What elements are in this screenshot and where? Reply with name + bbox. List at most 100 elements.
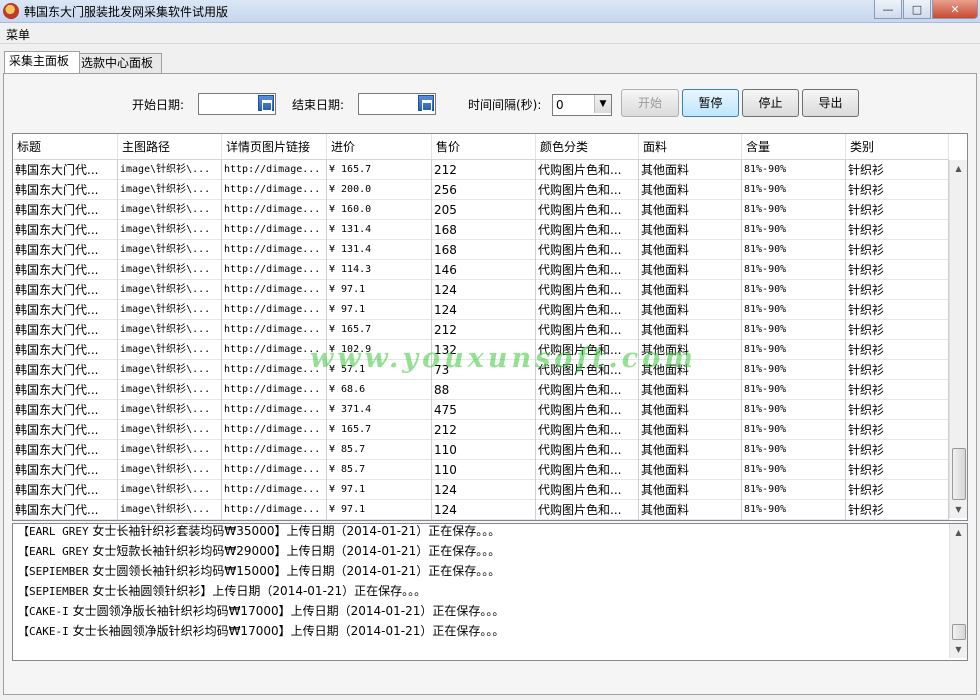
table-cell: 81%-90% [742, 240, 846, 260]
table-cell: ¥ 68.6 [327, 380, 432, 400]
log-line-text: 女士长袖针织衫套装均码₩35000】上传日期（2014-01-21）正在保存。。… [88, 524, 501, 538]
table-cell: 81%-90% [742, 280, 846, 300]
table-row[interactable]: 韩国东大门代... image\针织衫\... http://dimage... ¥ … [13, 380, 949, 400]
table-cell: 代购图片色和... [536, 460, 639, 480]
table-row[interactable]: 韩国东大门代... image\针织衫\... http://dimage... ¥ … [13, 180, 949, 200]
table-cell: 韩国东大门代... [13, 480, 118, 500]
scroll-down-icon[interactable]: ▼ [950, 641, 967, 658]
table-row[interactable]: 韩国东大门代... image\针织衫\... http://dimage... ¥ … [13, 420, 949, 440]
table-cell: 代购图片色和... [536, 420, 639, 440]
table-cell: 其他面料 [639, 380, 742, 400]
table-row[interactable]: 韩国东大门代... image\针织衫\... http://dimage... ¥ … [13, 340, 949, 360]
end-date-picker[interactable] [358, 93, 436, 115]
table-cell: ¥ 165.7 [327, 160, 432, 180]
scroll-down-icon[interactable]: ▼ [950, 501, 967, 518]
minimize-button[interactable]: — [874, 0, 902, 19]
table-cell: 124 [432, 500, 536, 520]
column-header[interactable]: 标题 [13, 134, 118, 159]
table-row[interactable]: 韩国东大门代... image\针织衫\... http://dimage... ¥ … [13, 360, 949, 380]
column-header[interactable]: 颜色分类 [536, 134, 639, 159]
menu-item-main[interactable]: 菜单 [6, 26, 30, 43]
interval-select[interactable]: 0 ▼ [552, 94, 612, 116]
table-cell: ¥ 97.1 [327, 300, 432, 320]
tab-collect-main[interactable]: 采集主面板 [4, 51, 80, 73]
chevron-down-icon[interactable]: ▼ [594, 95, 611, 113]
table-cell: 81%-90% [742, 360, 846, 380]
table-cell: 其他面料 [639, 360, 742, 380]
table-cell: 针织衫 [846, 280, 949, 300]
table-cell: image\针织衫\... [118, 300, 222, 320]
export-button[interactable]: 导出 [802, 89, 859, 117]
start-date-label: 开始日期: [132, 98, 185, 112]
table-cell: ¥ 371.4 [327, 400, 432, 420]
log-scrollbar[interactable]: ▲ ▼ [949, 524, 967, 658]
table-cell: http://dimage... [222, 500, 327, 520]
log-line: 【SEPIEMBER 女士圆领长袖针织衫均码₩15000】上传日期（2014-0… [18, 562, 500, 579]
column-header[interactable]: 详情页图片链接 [222, 134, 327, 159]
table-cell: 110 [432, 460, 536, 480]
table-cell: 212 [432, 420, 536, 440]
table-row[interactable]: 韩国东大门代... image\针织衫\... http://dimage... ¥ … [13, 400, 949, 420]
column-header[interactable]: 进价 [327, 134, 432, 159]
grid-scrollbar[interactable]: ▲ ▼ [949, 160, 967, 518]
table-cell: 韩国东大门代... [13, 200, 118, 220]
table-row[interactable]: 韩国东大门代... image\针织衫\... http://dimage... ¥ … [13, 320, 949, 340]
table-cell: ¥ 97.1 [327, 500, 432, 520]
table-row[interactable]: 韩国东大门代... image\针织衫\... http://dimage... ¥ … [13, 480, 949, 500]
table-cell: 168 [432, 220, 536, 240]
scroll-thumb[interactable] [952, 624, 966, 640]
table-row[interactable]: 韩国东大门代... image\针织衫\... http://dimage... ¥ … [13, 280, 949, 300]
scroll-thumb[interactable] [952, 448, 966, 500]
scroll-up-icon[interactable]: ▲ [950, 160, 967, 177]
table-row[interactable]: 韩国东大门代... image\针织衫\... http://dimage... ¥ … [13, 460, 949, 480]
table-row[interactable]: 韩国东大门代... image\针织衫\... http://dimage... ¥ … [13, 440, 949, 460]
table-cell: 81%-90% [742, 480, 846, 500]
table-row[interactable]: 韩国东大门代... image\针织衫\... http://dimage... ¥ … [13, 200, 949, 220]
table-cell: 81%-90% [742, 440, 846, 460]
table-cell: 韩国东大门代... [13, 380, 118, 400]
scroll-up-icon[interactable]: ▲ [950, 524, 967, 541]
table-cell: 代购图片色和... [536, 240, 639, 260]
table-cell: ¥ 165.7 [327, 420, 432, 440]
table-cell: ¥ 57.1 [327, 360, 432, 380]
table-cell: 代购图片色和... [536, 200, 639, 220]
column-header[interactable]: 类别 [846, 134, 949, 159]
table-cell: image\针织衫\... [118, 180, 222, 200]
column-header[interactable]: 面料 [639, 134, 742, 159]
start-button[interactable]: 开始 [621, 89, 679, 117]
table-cell: 其他面料 [639, 300, 742, 320]
table-cell: 146 [432, 260, 536, 280]
log-line: 【CAKE-I 女士长袖圆领净版针织衫均码₩17000】上传日期（2014-01… [18, 622, 504, 639]
start-date-picker[interactable] [198, 93, 276, 115]
app-logo-icon [3, 3, 19, 19]
table-row[interactable]: 韩国东大门代... image\针织衫\... http://dimage... ¥ … [13, 220, 949, 240]
table-row[interactable]: 韩国东大门代... image\针织衫\... http://dimage... ¥ … [13, 160, 949, 180]
table-cell: image\针织衫\... [118, 240, 222, 260]
table-cell: 韩国东大门代... [13, 360, 118, 380]
stop-button[interactable]: 停止 [742, 89, 799, 117]
table-cell: image\针织衫\... [118, 220, 222, 240]
pause-button[interactable]: 暂停 [682, 89, 739, 117]
calendar-icon[interactable] [258, 95, 274, 111]
table-row[interactable]: 韩国东大门代... image\针织衫\... http://dimage... ¥ … [13, 300, 949, 320]
table-cell: http://dimage... [222, 260, 327, 280]
maximize-button[interactable]: □ [903, 0, 931, 19]
tab-selection-center[interactable]: 选款中心面板 [76, 53, 162, 73]
table-cell: 代购图片色和... [536, 280, 639, 300]
column-header[interactable]: 售价 [432, 134, 536, 159]
log-line-text: 女士圆领长袖针织衫均码₩15000】上传日期（2014-01-21）正在保存。。… [88, 564, 501, 578]
log-line: 【EARL GREY 女士长袖针织衫套装均码₩35000】上传日期（2014-0… [18, 524, 501, 539]
table-row[interactable]: 韩国东大门代... image\针织衫\... http://dimage... ¥ … [13, 500, 949, 520]
table-cell: 针织衫 [846, 260, 949, 280]
column-header[interactable]: 含量 [742, 134, 846, 159]
calendar-icon[interactable] [418, 95, 434, 111]
end-date-label: 结束日期: [292, 98, 345, 112]
table-cell: image\针织衫\... [118, 360, 222, 380]
close-button[interactable]: ✕ [932, 0, 978, 19]
column-header[interactable]: 主图路径 [118, 134, 222, 159]
table-row[interactable]: 韩国东大门代... image\针织衫\... http://dimage... ¥ … [13, 240, 949, 260]
window-title: 韩国东大门服装批发网采集软件试用版 [24, 5, 229, 19]
table-cell: http://dimage... [222, 320, 327, 340]
table-cell: image\针织衫\... [118, 260, 222, 280]
table-row[interactable]: 韩国东大门代... image\针织衫\... http://dimage... ¥ … [13, 260, 949, 280]
